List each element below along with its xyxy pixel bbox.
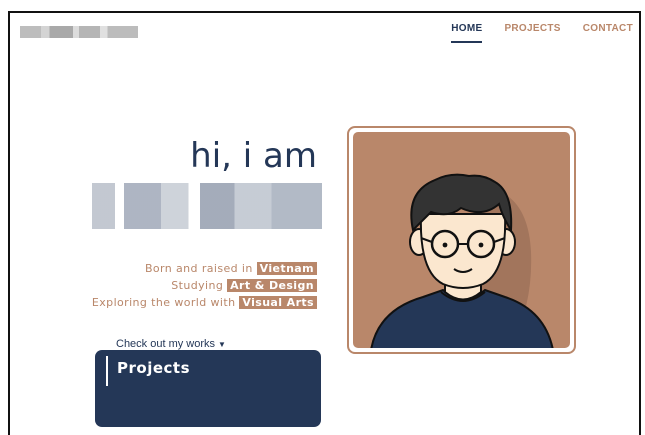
bio-highlight-field: Art & Design [227, 279, 317, 292]
bio-highlight-country: Vietnam [256, 262, 317, 275]
bio-line-prefix: Studying [171, 279, 224, 292]
nav-home[interactable]: HOME [451, 23, 483, 43]
avatar [353, 132, 570, 348]
nav-projects[interactable]: PROJECTS [504, 23, 560, 43]
projects-title: Projects [117, 359, 191, 377]
projects-card[interactable]: Projects [95, 350, 321, 427]
check-works-label: Check out my works [116, 338, 216, 350]
hero-bio: Born and raised in Vietnam Studying Art … [92, 261, 317, 312]
page-frame: HOME PROJECTS CONTACT hi, i am Born and … [8, 11, 641, 435]
bio-line-prefix: Born and raised in [144, 262, 253, 275]
main-nav: HOME PROJECTS CONTACT [451, 23, 633, 43]
avatar-card [347, 126, 576, 354]
bio-line-explore: Exploring the world with Visual Arts [92, 295, 317, 311]
projects-accent-bar [106, 356, 108, 386]
bio-line-origin: Born and raised in Vietnam [92, 261, 317, 277]
bio-line-prefix: Exploring the world with [91, 296, 236, 309]
bio-line-study: Studying Art & Design [92, 278, 317, 294]
avatar-illustration [370, 173, 554, 348]
site-logo[interactable] [20, 26, 138, 38]
hero-greeting: hi, i am [190, 136, 317, 176]
bio-highlight-medium: Visual Arts [239, 296, 317, 309]
chevron-down-icon: ▼ [218, 340, 226, 349]
nav-contact[interactable]: CONTACT [583, 23, 633, 43]
check-works-link[interactable]: Check out my works ▼ [116, 338, 226, 350]
hero-name-redacted [92, 183, 322, 229]
